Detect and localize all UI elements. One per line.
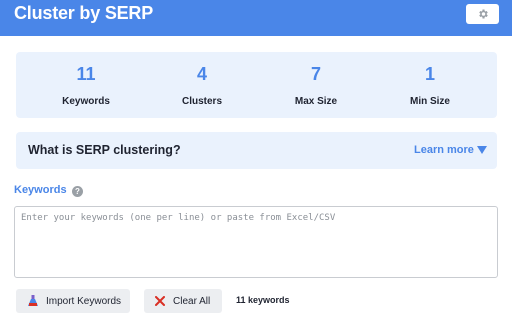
keywords-textarea[interactable]: [14, 206, 498, 278]
flask-icon: [28, 295, 38, 306]
stats-panel: 11 Keywords 4 Clusters 7 Max Size 1 Min …: [16, 52, 497, 118]
clear-all-label: Clear All: [173, 295, 211, 307]
app-title: Cluster by SERP: [14, 3, 154, 23]
learn-more-link[interactable]: Learn more: [414, 144, 487, 156]
settings-button[interactable]: [466, 4, 499, 24]
stat-label: Keywords: [62, 96, 110, 107]
question-icon[interactable]: ?: [72, 186, 83, 197]
serp-question: What is SERP clustering?: [28, 143, 181, 157]
stat-label: Max Size: [294, 96, 338, 107]
import-keywords-button[interactable]: Import Keywords: [16, 289, 130, 313]
keyword-count: 11 keywords: [236, 295, 290, 305]
close-icon: [155, 296, 165, 306]
import-keywords-label: Import Keywords: [46, 295, 122, 307]
stat-value: 7: [310, 64, 321, 84]
stat-value: 11: [76, 64, 96, 84]
keywords-label: Keywords: [14, 184, 67, 196]
gear-icon: [478, 9, 488, 19]
stat-value: 4: [196, 64, 207, 84]
app-header: Cluster by SERP: [0, 0, 512, 36]
learn-more-label: Learn more: [414, 144, 474, 156]
stat-label: Min Size: [409, 96, 450, 107]
clear-all-button[interactable]: Clear All: [144, 289, 222, 313]
stat-label: Clusters: [181, 96, 222, 107]
stat-value: 1: [424, 64, 435, 84]
triangle-down-icon: [476, 145, 487, 154]
serp-clustering-info[interactable]: What is SERP clustering? Learn more: [16, 132, 497, 169]
